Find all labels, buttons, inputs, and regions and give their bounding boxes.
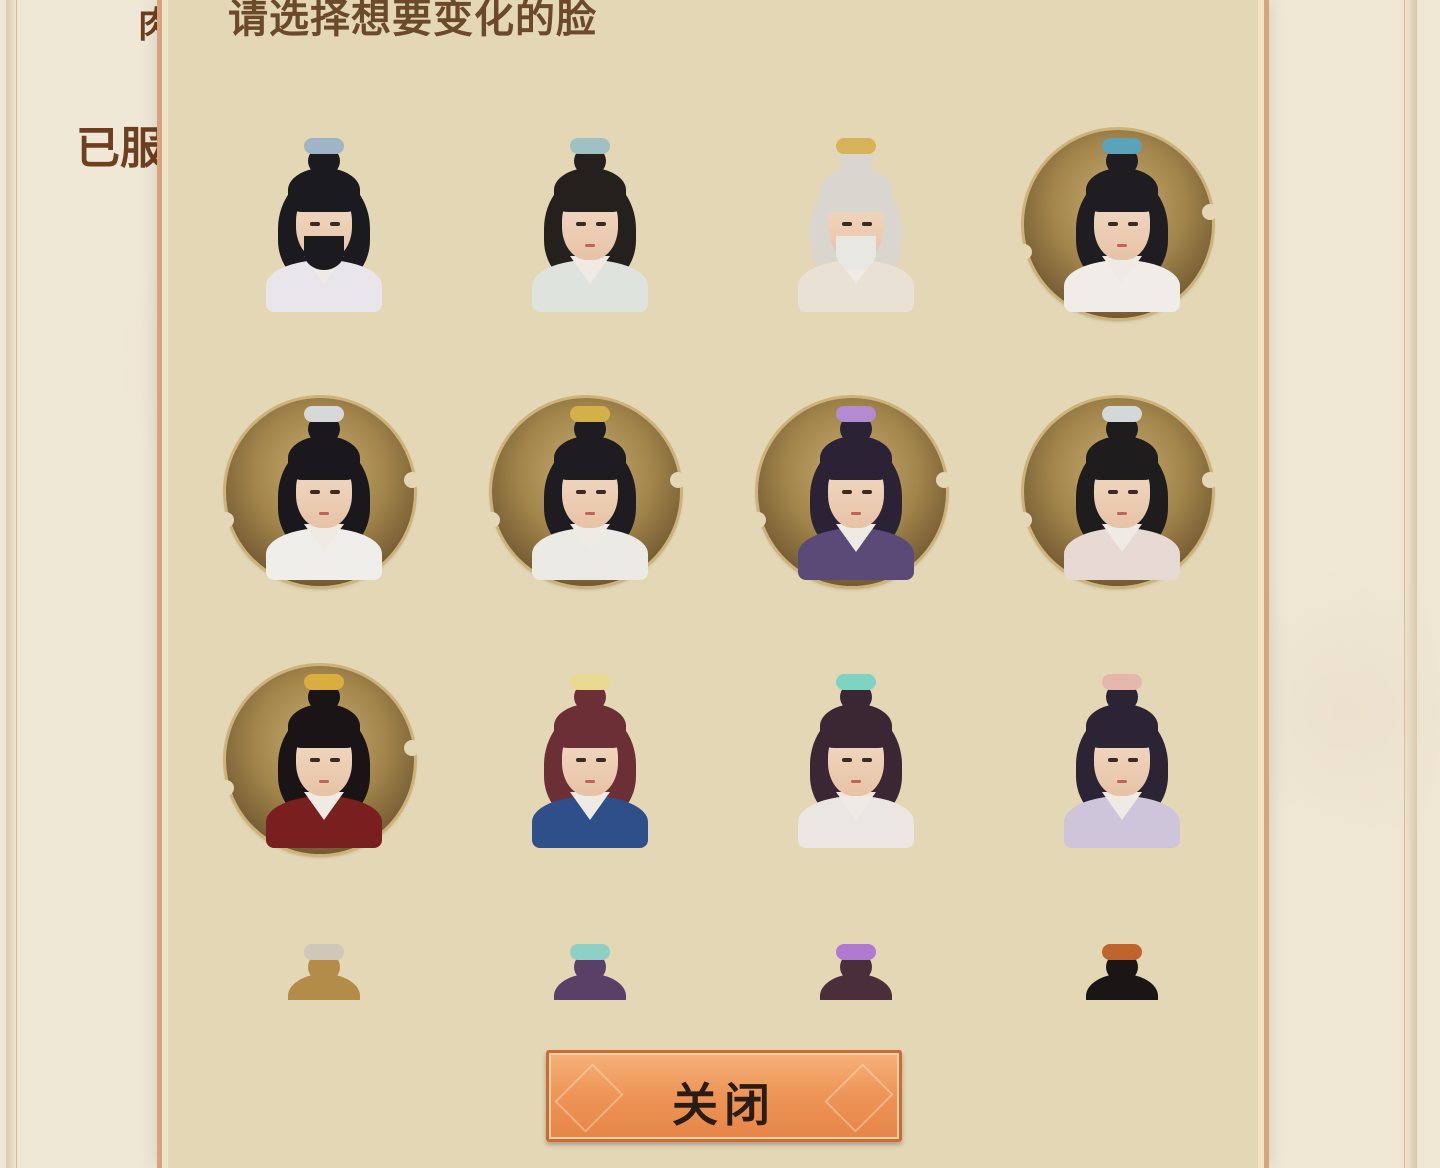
background-label: 已服 [76,123,164,174]
face-option[interactable] [750,392,952,592]
portrait-eye [862,758,872,762]
frame-notch [1016,244,1032,260]
portrait-eye [310,758,320,762]
background-frame-left [6,0,17,1168]
face-option[interactable] [752,930,952,1000]
frame-notch [484,512,500,528]
face-option[interactable] [220,930,420,1000]
hair-ornament-icon [570,406,610,422]
face-option[interactable] [752,124,952,324]
background-decoration [1250,520,1440,900]
portrait-mouth [851,780,861,783]
portrait-mouth [1117,244,1127,247]
face-grid[interactable] [162,110,1264,1000]
frame-notch [218,512,234,528]
portrait-eye [576,490,586,494]
hair-ornament-icon [836,406,876,422]
portrait-eye [862,490,872,494]
hair-ornament-icon [1102,406,1142,422]
face-option[interactable] [486,124,686,324]
portrait-eye [1128,490,1138,494]
frame-notch [936,472,952,488]
hair-ornament-icon [836,138,876,154]
portrait-mouth [1117,780,1127,783]
portrait-eye [1128,758,1138,762]
portrait-eye [842,758,852,762]
close-button-label: 关闭 [672,1078,776,1132]
hair-ornament-icon [570,674,610,690]
face-option[interactable] [220,124,420,324]
face-select-dialog: 请选择想要变化的脸 关闭 [157,0,1269,1168]
frame-notch [750,512,766,528]
portrait-mouth [851,512,861,515]
frame-notch [218,780,234,796]
portrait-mouth [585,780,595,783]
portrait-eye [1108,222,1118,226]
portrait-eye [842,490,852,494]
hair-ornament-icon [304,944,344,960]
hair-ornament-icon [304,406,344,422]
close-button[interactable]: 关闭 [546,1050,902,1142]
portrait-eye [330,490,340,494]
portrait-eye [842,222,852,226]
hair-ornament-icon [836,674,876,690]
portrait-eye [1128,222,1138,226]
face-option[interactable] [1018,930,1218,1000]
portrait-eye [310,490,320,494]
frame-notch [670,472,686,488]
face-option[interactable] [752,660,952,860]
portrait-eye [576,222,586,226]
portrait-eye [330,222,340,226]
frame-notch [1202,204,1218,220]
hair-ornament-icon [1102,944,1142,960]
hair-ornament-icon [570,944,610,960]
face-option[interactable] [484,392,686,592]
hair-ornament-icon [570,138,610,154]
portrait-eye [576,758,586,762]
frame-notch [404,740,420,756]
portrait-eye [310,222,320,226]
face-option[interactable] [486,930,686,1000]
frame-notch [404,472,420,488]
portrait-eye [596,222,606,226]
portrait-mouth [1117,512,1127,515]
hair-ornament-icon [304,138,344,154]
face-option[interactable] [486,660,686,860]
portrait-mouth [319,780,329,783]
face-option[interactable] [1018,660,1218,860]
hair-ornament-icon [1102,138,1142,154]
face-option[interactable] [218,392,420,592]
face-option[interactable] [1016,124,1218,324]
portrait-eye [862,222,872,226]
hair-ornament-icon [1102,674,1142,690]
portrait-eye [330,758,340,762]
portrait-mouth [585,512,595,515]
portrait-beard [836,236,876,270]
face-option[interactable] [1016,392,1218,592]
frame-notch [1202,472,1218,488]
frame-notch [1016,512,1032,528]
hair-ornament-icon [836,944,876,960]
portrait-mouth [585,244,595,247]
portrait-eye [1108,758,1118,762]
portrait-eye [596,758,606,762]
portrait-mouth [319,512,329,515]
portrait-eye [596,490,606,494]
portrait-eye [1108,490,1118,494]
hair-ornament-icon [304,674,344,690]
face-option[interactable] [218,660,420,860]
portrait-beard [304,236,344,270]
dialog-title: 请选择想要变化的脸 [228,0,597,42]
